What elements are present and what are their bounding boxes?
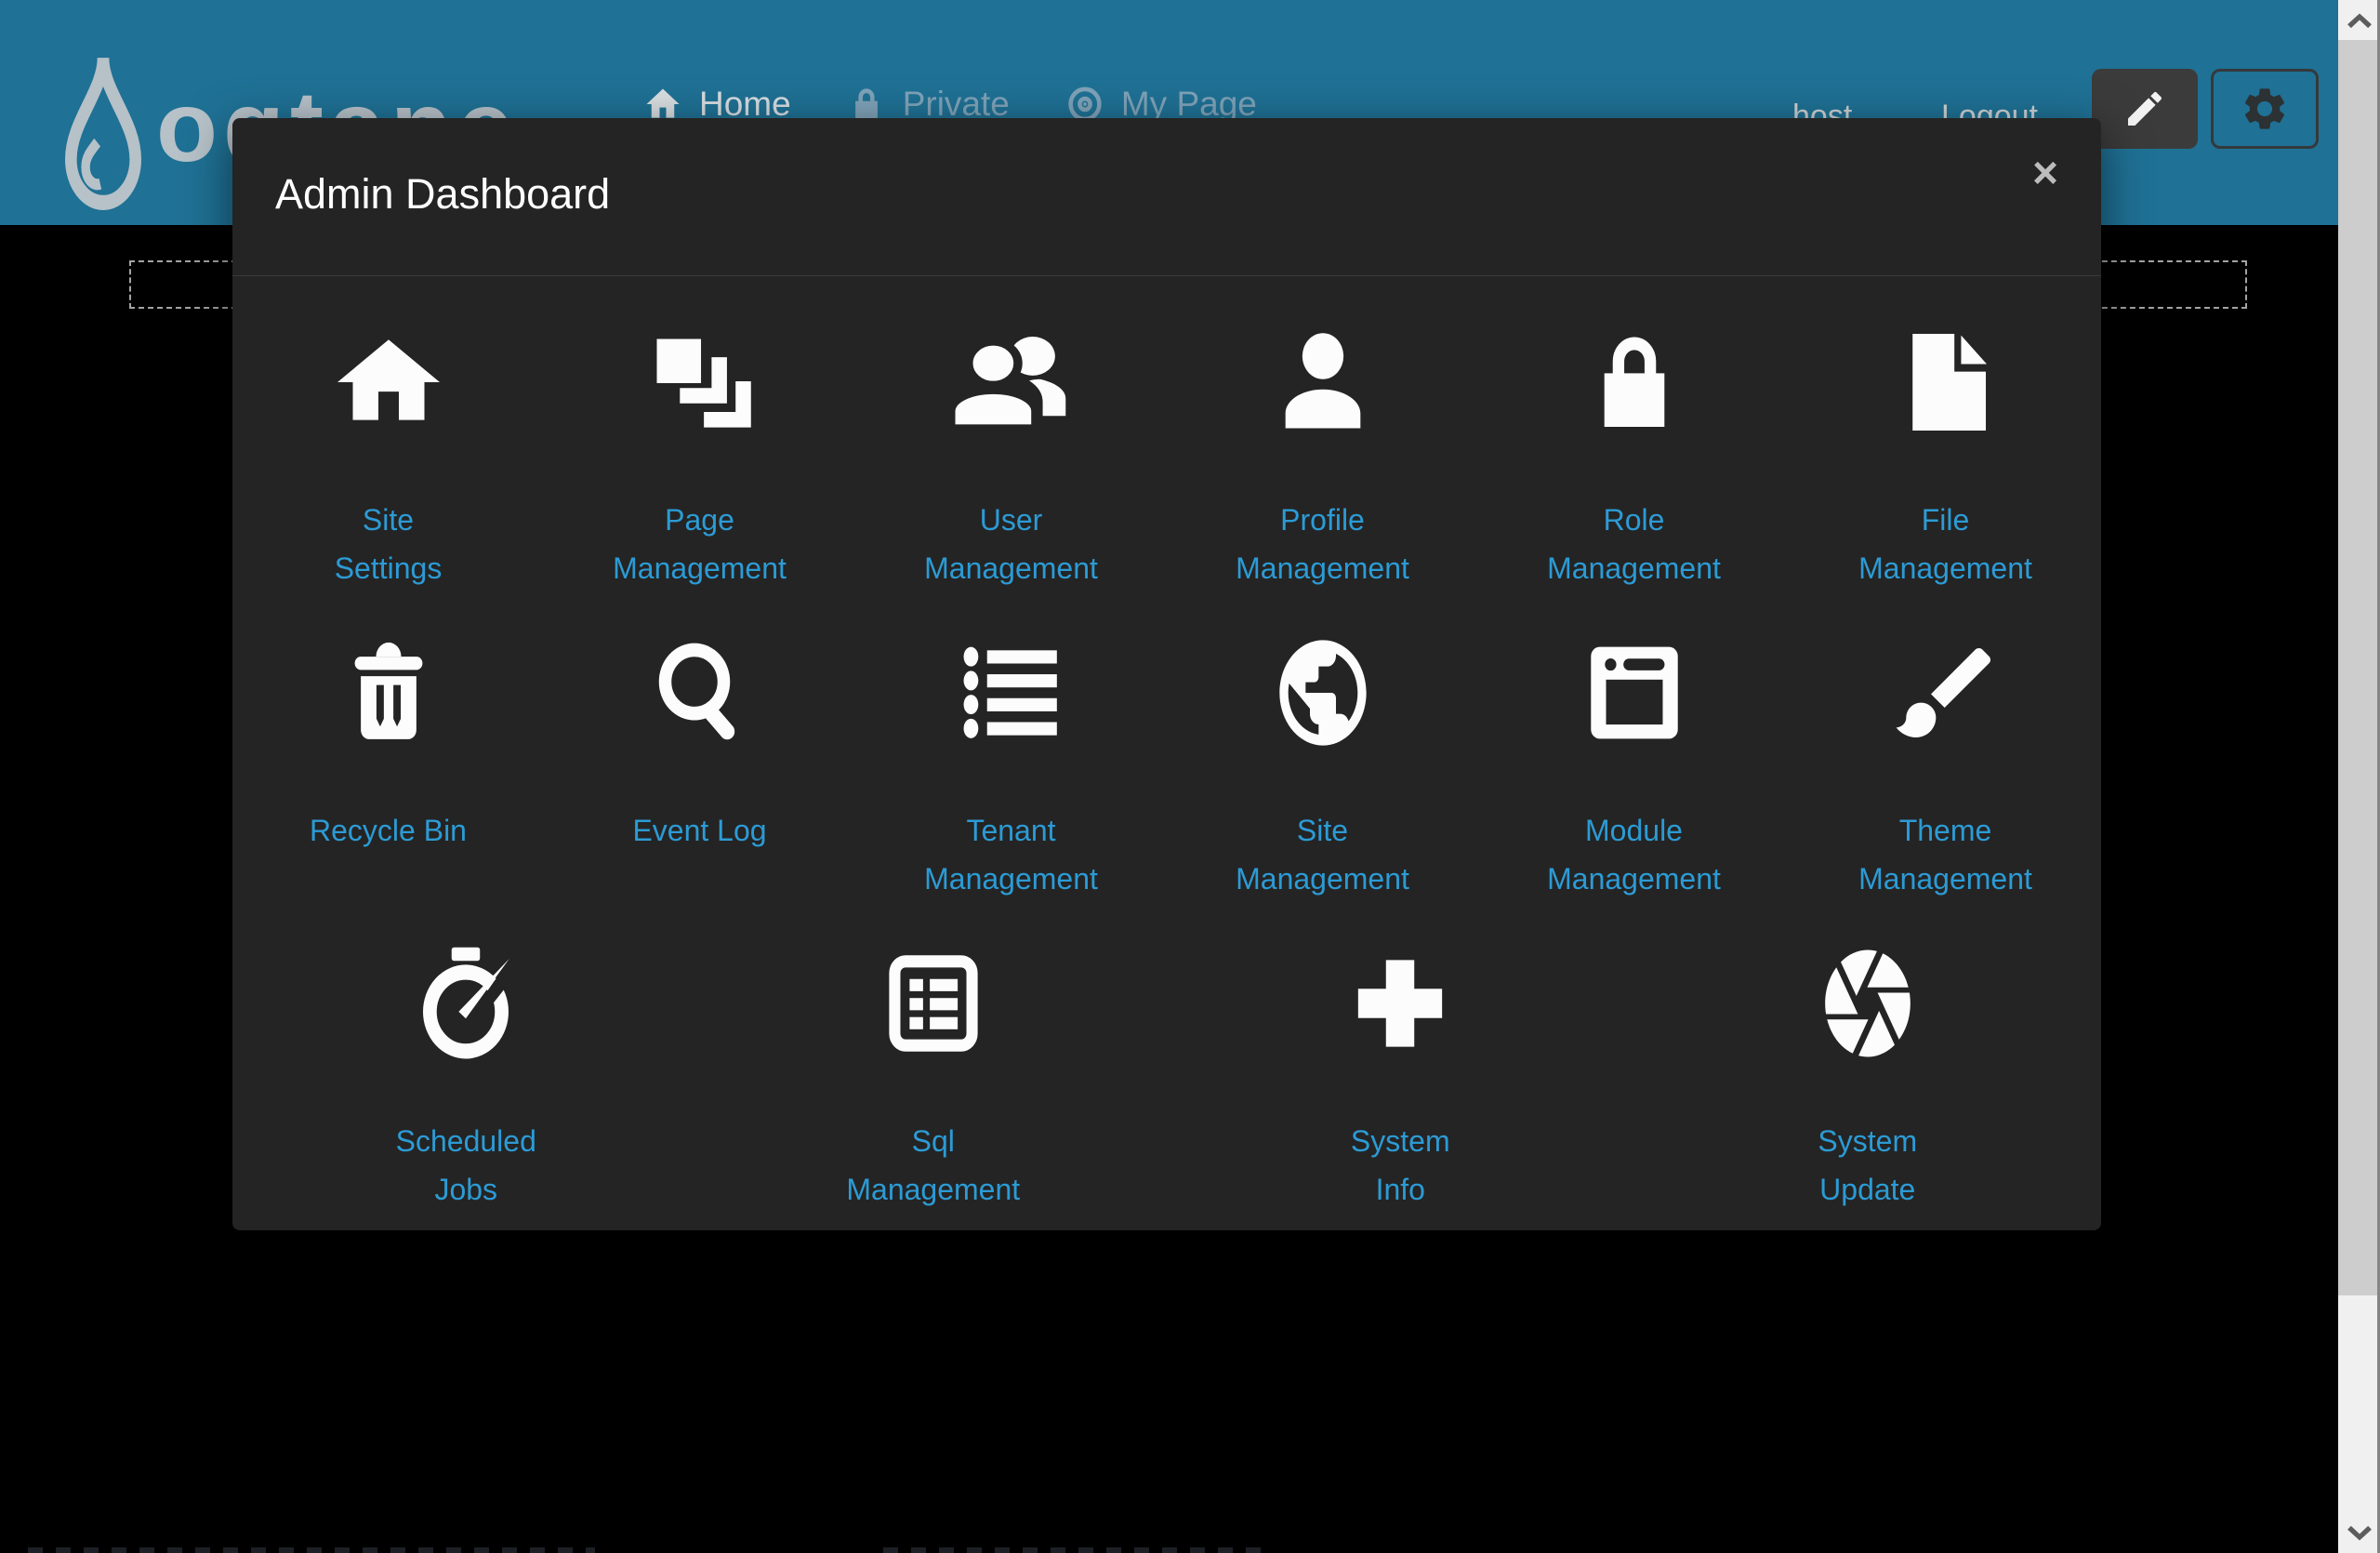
edit-mode-button[interactable]: [2092, 69, 2198, 149]
globe-icon: [1271, 630, 1375, 756]
tile-scheduled-jobs[interactable]: ScheduledJobs: [232, 940, 700, 1214]
vertical-scrollbar[interactable]: [2338, 0, 2380, 1553]
pages-icon: [642, 319, 758, 445]
search-icon: [644, 630, 756, 756]
tile-page-management[interactable]: PageManagement: [544, 319, 855, 592]
clipped-bottom-content: [883, 1547, 1274, 1553]
tile-module-management[interactable]: ModuleManagement: [1478, 630, 1790, 903]
chevron-down-icon: [2347, 1524, 2373, 1543]
timer-icon: [409, 940, 522, 1067]
modal-title: Admin Dashboard: [275, 170, 610, 219]
list-icon: [953, 630, 1070, 756]
aperture-icon: [1817, 940, 1919, 1067]
tile-event-log[interactable]: Event Log: [544, 630, 855, 903]
tile-role-management[interactable]: RoleManagement: [1478, 319, 1790, 592]
tile-theme-management[interactable]: ThemeManagement: [1790, 630, 2101, 903]
tile-sql-management[interactable]: SqlManagement: [700, 940, 1168, 1214]
admin-dashboard-modal: Admin Dashboard × SiteSettings PageManag…: [232, 118, 2101, 1230]
tile-system-info[interactable]: SystemInfo: [1167, 940, 1634, 1214]
tile-row: SiteSettings PageManagement UserManageme…: [232, 319, 2101, 592]
tile-site-management[interactable]: SiteManagement: [1167, 630, 1478, 903]
page-settings-button[interactable]: [2211, 69, 2319, 149]
person-icon: [1268, 319, 1378, 445]
tile-user-management[interactable]: UserManagement: [855, 319, 1167, 592]
chevron-up-icon: [2347, 11, 2373, 30]
scrollbar-thumb[interactable]: [2338, 40, 2380, 1295]
scroll-up-button[interactable]: [2338, 0, 2380, 40]
tile-profile-management[interactable]: ProfileManagement: [1167, 319, 1478, 592]
brush-icon: [1886, 630, 2005, 756]
table-icon: [879, 940, 987, 1067]
window-icon: [1580, 630, 1689, 756]
people-icon: [941, 319, 1082, 445]
pencil-icon: [2122, 86, 2167, 131]
trash-icon: [337, 630, 441, 756]
scroll-down-button[interactable]: [2338, 1513, 2380, 1553]
file-icon: [1892, 319, 2000, 445]
clipped-bottom-content: [28, 1547, 595, 1553]
tile-row: ScheduledJobs SqlManagement SystemInfo S…: [232, 940, 2101, 1214]
tile-system-update[interactable]: SystemUpdate: [1634, 940, 2102, 1214]
gear-icon: [2240, 84, 2290, 134]
close-icon[interactable]: ×: [2027, 146, 2064, 202]
tile-site-settings[interactable]: SiteSettings: [232, 319, 544, 592]
lock-icon: [1581, 319, 1687, 445]
home-icon: [327, 319, 450, 445]
tile-tenant-management[interactable]: TenantManagement: [855, 630, 1167, 903]
modal-header: Admin Dashboard ×: [232, 118, 2101, 276]
tile-file-management[interactable]: FileManagement: [1790, 319, 2101, 592]
water-drop-icon: [65, 52, 141, 210]
tile-recycle-bin[interactable]: Recycle Bin: [232, 630, 544, 903]
plus-icon: [1342, 940, 1459, 1067]
admin-tile-grid: SiteSettings PageManagement UserManageme…: [232, 276, 2101, 1214]
tile-row: Recycle Bin Event Log TenantManagement S…: [232, 630, 2101, 903]
